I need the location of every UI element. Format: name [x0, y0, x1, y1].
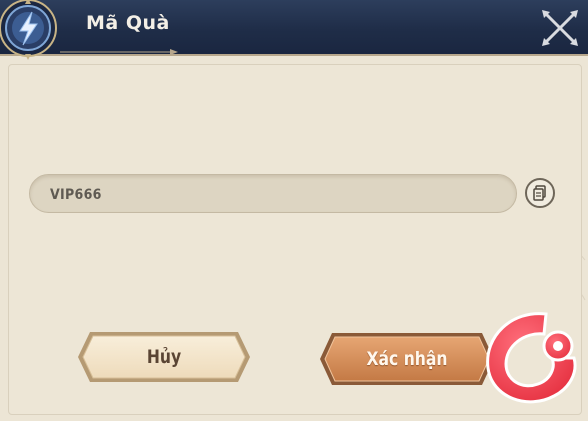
confirm-button-label: Xác nhận — [366, 348, 448, 370]
gift-code-field — [29, 174, 517, 214]
dialog-title: Mã Quà — [86, 12, 170, 34]
paste-button[interactable] — [525, 178, 555, 208]
confirm-button[interactable]: Xác nhận — [318, 331, 496, 387]
gift-code-dialog: Mã Quà VIP666 Hủy Xác nhận — [0, 0, 588, 421]
game-logo-icon — [486, 312, 577, 404]
close-button[interactable] — [538, 8, 582, 48]
close-icon — [542, 10, 578, 46]
cancel-button-label: Hủy — [146, 346, 182, 368]
paste-icon — [533, 185, 546, 201]
cancel-button[interactable]: Hủy — [76, 330, 252, 384]
lightning-emblem-icon — [0, 0, 57, 60]
dialog-header: Mã Quà — [0, 0, 588, 60]
header-ornament — [60, 49, 178, 55]
gift-code-input[interactable] — [48, 175, 502, 214]
